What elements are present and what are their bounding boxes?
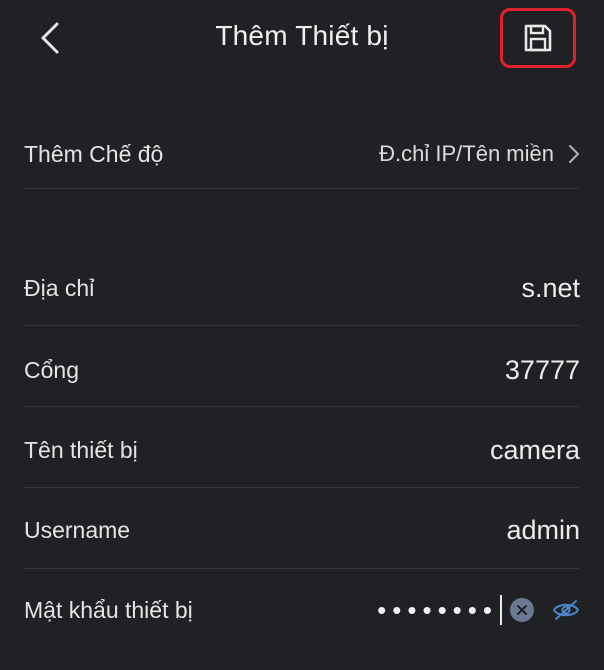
- address-label: Địa chỉ: [24, 274, 95, 301]
- eye-off-icon: [552, 600, 580, 620]
- username-field[interactable]: admin: [506, 515, 580, 546]
- password-field[interactable]: ••••••••: [377, 595, 580, 625]
- back-button[interactable]: [28, 16, 72, 60]
- close-icon: [517, 605, 527, 615]
- port-label: Cổng: [24, 356, 79, 383]
- password-masked-value: ••••••••: [377, 595, 498, 625]
- add-mode-row[interactable]: Thêm Chế độ Đ.chỉ IP/Tên miền: [24, 128, 580, 180]
- save-button[interactable]: [500, 8, 576, 68]
- password-row[interactable]: Mật khẩu thiết bị ••••••••: [24, 584, 580, 636]
- top-bar: Thêm Thiết bị: [0, 0, 604, 80]
- chevron-left-icon: [41, 22, 59, 54]
- text-cursor: [500, 595, 502, 625]
- password-label: Mật khẩu thiết bị: [24, 596, 193, 623]
- clear-button[interactable]: [510, 598, 534, 622]
- floppy-disk-icon: [524, 24, 552, 52]
- username-row[interactable]: Username admin: [24, 504, 580, 556]
- add-mode-label: Thêm Chế độ: [24, 140, 164, 167]
- divider: [24, 487, 580, 488]
- port-row[interactable]: Cổng 37777: [24, 344, 580, 396]
- address-field[interactable]: s.net: [521, 273, 580, 304]
- device-name-label: Tên thiết bị: [24, 436, 138, 463]
- divider: [24, 568, 580, 569]
- address-value: s.net: [521, 272, 580, 303]
- divider: [24, 406, 580, 407]
- username-label: Username: [24, 516, 131, 543]
- add-mode-value-group: Đ.chỉ IP/Tên miền: [379, 141, 580, 167]
- device-name-row[interactable]: Tên thiết bị camera: [24, 424, 580, 476]
- address-row[interactable]: Địa chỉ s.net: [24, 262, 580, 314]
- divider: [24, 188, 580, 189]
- toggle-password-visibility-button[interactable]: [552, 599, 580, 621]
- add-mode-value: Đ.chỉ IP/Tên miền: [379, 141, 554, 166]
- device-name-field[interactable]: camera: [490, 435, 580, 466]
- port-field[interactable]: 37777: [505, 355, 580, 386]
- divider: [24, 325, 580, 326]
- chevron-right-icon: [568, 144, 580, 164]
